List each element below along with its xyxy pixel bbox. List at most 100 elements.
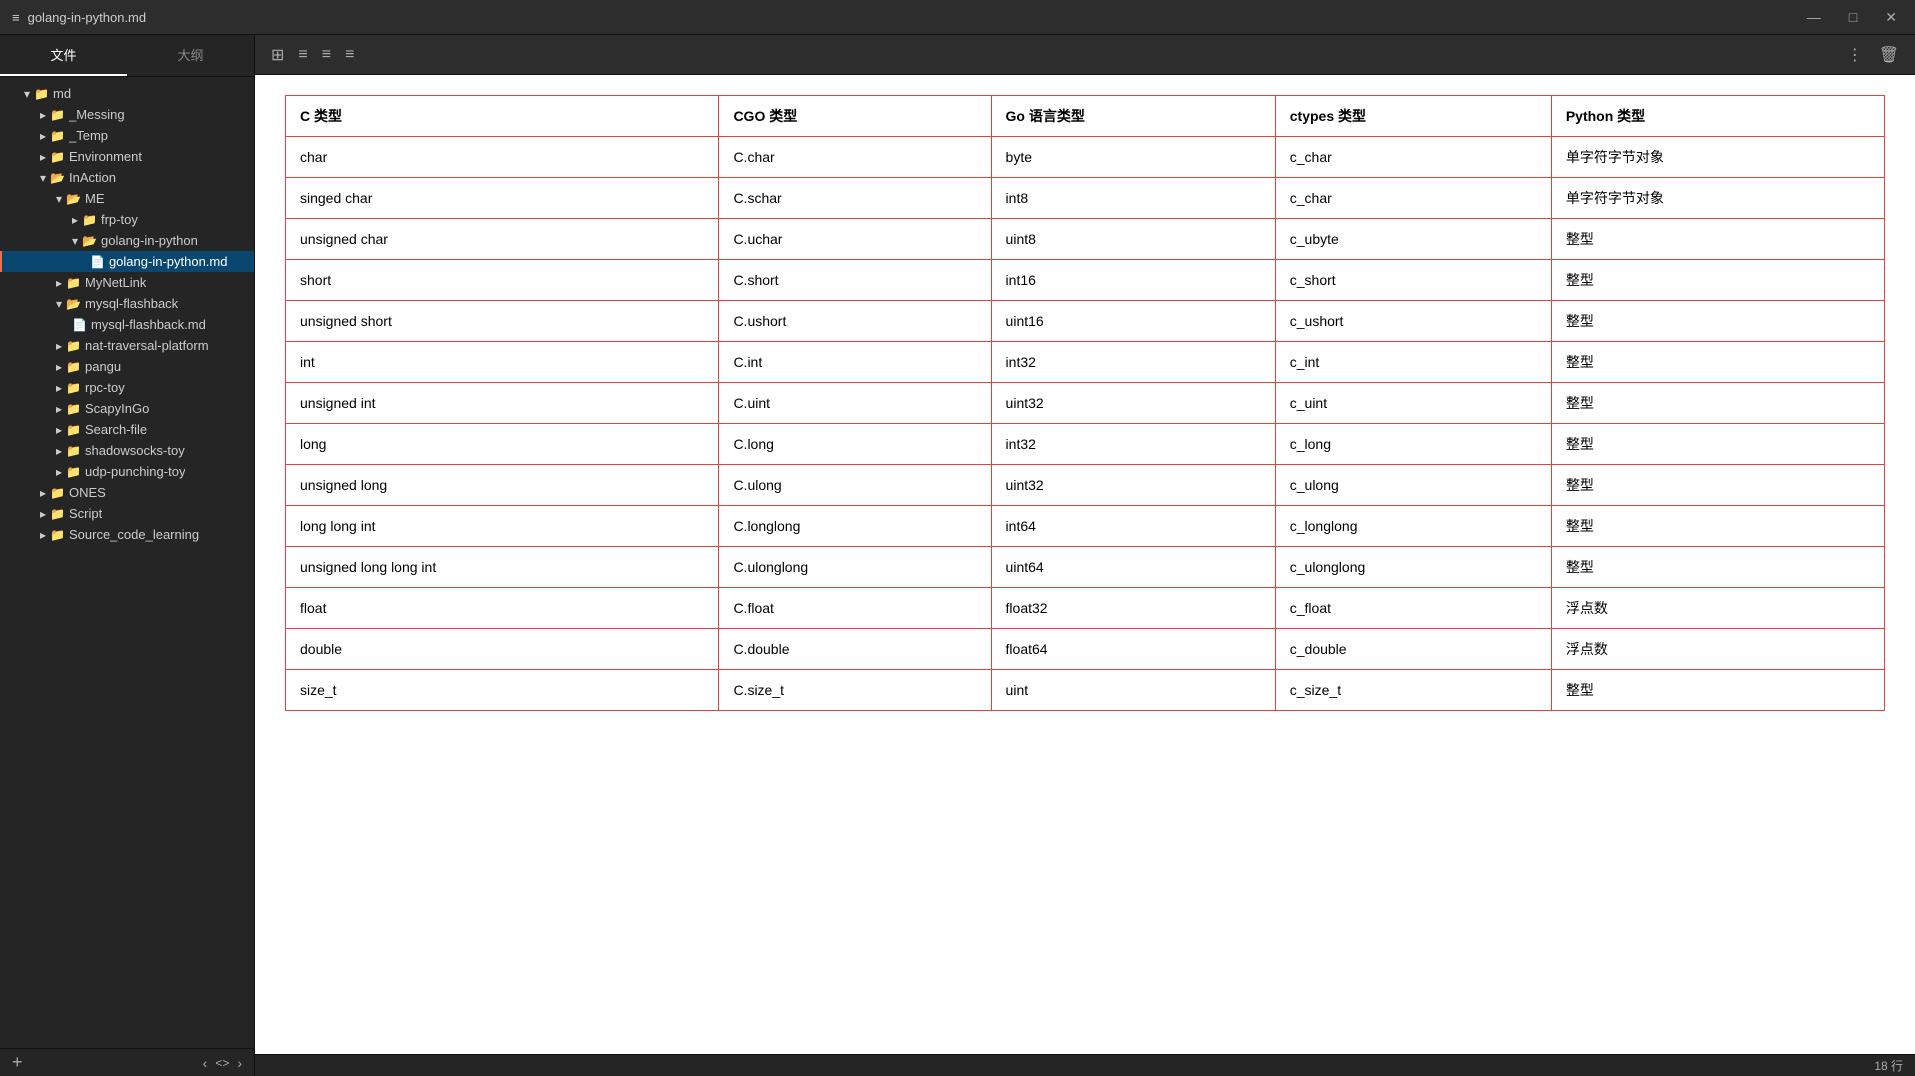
table-cell-1-2: int8 [991, 178, 1275, 219]
folder-icon: 📁 [82, 213, 97, 227]
table-cell-11-1: C.float [719, 588, 991, 629]
chevron-right-icon: ▸ [56, 276, 62, 290]
table-cell-12-0: double [286, 629, 719, 670]
more-options-button[interactable]: ⋮ [1843, 43, 1867, 67]
sidebar-item-shadowsocks[interactable]: ▸ 📁 shadowsocks-toy [0, 440, 254, 461]
sidebar-item-label: Script [69, 506, 102, 521]
sidebar-item-mynetlink[interactable]: ▸ 📁 MyNetLink [0, 272, 254, 293]
table-cell-2-2: uint8 [991, 219, 1275, 260]
title-bar: ≡ golang-in-python.md — □ ✕ [0, 0, 1915, 35]
sidebar-bottom-left: + [12, 1052, 23, 1073]
sidebar-item-udp-punching[interactable]: ▸ 📁 udp-punching-toy [0, 461, 254, 482]
folder-icon: 📁 [50, 150, 65, 164]
sidebar-item-golang-in-python[interactable]: ▾ 📂 golang-in-python [0, 230, 254, 251]
chevron-right-icon: ▸ [56, 360, 62, 374]
folder-icon: 📁 [66, 465, 81, 479]
sidebar-item-script[interactable]: ▸ 📁 Script [0, 503, 254, 524]
table-cell-0-4: 单字符字节对象 [1551, 137, 1884, 178]
sidebar-item-mysql-flashback-md[interactable]: 📄 mysql-flashback.md [0, 314, 254, 335]
toolbar-left: ⊞ ≡ ≡ ≡ [267, 43, 358, 67]
table-cell-3-3: c_short [1275, 260, 1551, 301]
table-cell-4-3: c_ushort [1275, 301, 1551, 342]
table-cell-7-3: c_long [1275, 424, 1551, 465]
tab-files[interactable]: 文件 [0, 35, 127, 76]
sidebar-item-source-code[interactable]: ▸ 📁 Source_code_learning [0, 524, 254, 545]
table-cell-6-1: C.uint [719, 383, 991, 424]
table-row: singed charC.scharint8c_char单字符字节对象 [286, 178, 1885, 219]
table-cell-11-4: 浮点数 [1551, 588, 1884, 629]
sidebar-item-pangu[interactable]: ▸ 📁 pangu [0, 356, 254, 377]
table-cell-7-4: 整型 [1551, 424, 1884, 465]
table-cell-9-2: int64 [991, 506, 1275, 547]
col-python-type: Python 类型 [1551, 96, 1884, 137]
sidebar-tabs: 文件 大纲 [0, 35, 254, 77]
nav-back-button[interactable]: ‹ [203, 1055, 208, 1071]
folder-icon: 📁 [66, 381, 81, 395]
add-button[interactable]: + [12, 1052, 23, 1073]
sidebar-item-search-file[interactable]: ▸ 📁 Search-file [0, 419, 254, 440]
sidebar-item-inaction[interactable]: ▾ 📂 InAction [0, 167, 254, 188]
table-cell-3-1: C.short [719, 260, 991, 301]
table-cell-1-3: c_char [1275, 178, 1551, 219]
tab-outline[interactable]: 大纲 [127, 35, 254, 76]
folder-icon: 📁 [66, 276, 81, 290]
table-cell-9-1: C.longlong [719, 506, 991, 547]
sidebar-item-messing[interactable]: ▸ 📁 _Messing [0, 104, 254, 125]
content-area: ⊞ ≡ ≡ ≡ ⋮ 🗑 C 类型 CGO 类型 Go 语言类型 ctypes 类… [255, 35, 1915, 1076]
table-cell-7-0: long [286, 424, 719, 465]
table-cell-6-4: 整型 [1551, 383, 1884, 424]
sidebar-item-label: shadowsocks-toy [85, 443, 185, 458]
chevron-right-icon: ▸ [40, 129, 46, 143]
folder-icon: 📁 [66, 360, 81, 374]
code-toggle-button[interactable]: <> [215, 1055, 229, 1071]
list-view-button-2[interactable]: ≡ [318, 44, 335, 66]
table-cell-5-0: int [286, 342, 719, 383]
sidebar-item-golang-in-python-md[interactable]: 📄 golang-in-python.md [0, 251, 254, 272]
table-cell-2-0: unsigned char [286, 219, 719, 260]
table-cell-8-1: C.ulong [719, 465, 991, 506]
delete-button[interactable]: 🗑 [1875, 43, 1903, 67]
sidebar-item-mysql-flashback[interactable]: ▾ 📂 mysql-flashback [0, 293, 254, 314]
table-cell-11-2: float32 [991, 588, 1275, 629]
toolbar: ⊞ ≡ ≡ ≡ ⋮ 🗑 [255, 35, 1915, 75]
table-cell-10-0: unsigned long long int [286, 547, 719, 588]
sidebar-item-ones[interactable]: ▸ 📁 ONES [0, 482, 254, 503]
chevron-right-icon: ▸ [40, 150, 46, 164]
sidebar-item-label: md [53, 86, 71, 101]
list-view-button-3[interactable]: ≡ [341, 44, 358, 66]
sidebar-item-label: frp-toy [101, 212, 138, 227]
grid-view-button[interactable]: ⊞ [267, 43, 288, 67]
table-cell-4-2: uint16 [991, 301, 1275, 342]
table-cell-9-4: 整型 [1551, 506, 1884, 547]
sidebar-item-me[interactable]: ▾ 📂 ME [0, 188, 254, 209]
sidebar-item-temp[interactable]: ▸ 📁 _Temp [0, 125, 254, 146]
table-cell-4-1: C.ushort [719, 301, 991, 342]
sidebar-item-label: Environment [69, 149, 142, 164]
list-view-button-1[interactable]: ≡ [294, 44, 311, 66]
table-cell-4-0: unsigned short [286, 301, 719, 342]
col-ctypes-type: ctypes 类型 [1275, 96, 1551, 137]
sidebar-item-label: Search-file [85, 422, 147, 437]
minimize-button[interactable]: — [1801, 7, 1827, 27]
type-table: C 类型 CGO 类型 Go 语言类型 ctypes 类型 Python 类型 … [285, 95, 1885, 711]
maximize-button[interactable]: □ [1843, 7, 1863, 27]
sidebar-item-label: pangu [85, 359, 121, 374]
sidebar-item-label: mysql-flashback [85, 296, 178, 311]
sidebar-item-frp-toy[interactable]: ▸ 📁 frp-toy [0, 209, 254, 230]
sidebar-item-label: _Messing [69, 107, 125, 122]
document-content[interactable]: C 类型 CGO 类型 Go 语言类型 ctypes 类型 Python 类型 … [255, 75, 1915, 1054]
sidebar-item-label: golang-in-python.md [109, 254, 228, 269]
table-cell-0-2: byte [991, 137, 1275, 178]
folder-icon: 📁 [66, 402, 81, 416]
sidebar-item-scapyingo[interactable]: ▸ 📁 ScapyInGo [0, 398, 254, 419]
close-button[interactable]: ✕ [1879, 7, 1903, 28]
sidebar-item-environment[interactable]: ▸ 📁 Environment [0, 146, 254, 167]
table-cell-0-3: c_char [1275, 137, 1551, 178]
sidebar-item-md[interactable]: ▾ 📁 md [0, 83, 254, 104]
sidebar-item-nat-traversal[interactable]: ▸ 📁 nat-traversal-platform [0, 335, 254, 356]
sidebar-item-label: InAction [69, 170, 116, 185]
chevron-right-icon: ▸ [40, 486, 46, 500]
table-cell-10-4: 整型 [1551, 547, 1884, 588]
sidebar-item-rpc-toy[interactable]: ▸ 📁 rpc-toy [0, 377, 254, 398]
nav-forward-button[interactable]: › [237, 1055, 242, 1071]
